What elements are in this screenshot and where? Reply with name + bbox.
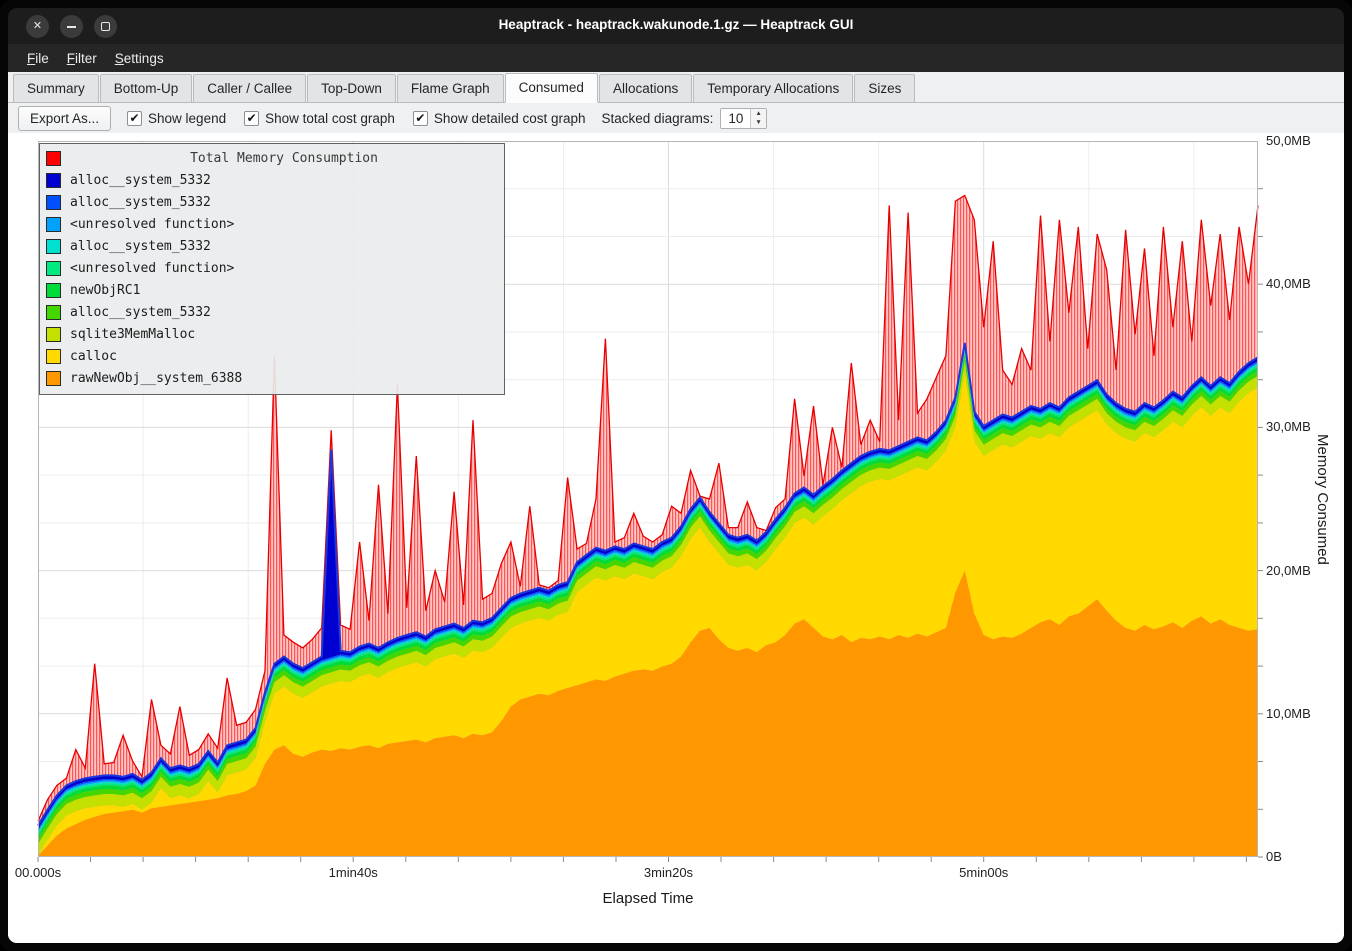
maximize-icon <box>101 22 110 31</box>
legend-item: alloc__system_5332 <box>46 191 498 213</box>
legend-item: alloc__system_5332 <box>46 169 498 191</box>
x-axis-labels: 00.000s 1min40s 3min20s 5min00s <box>8 865 1298 883</box>
checkbox-show-legend[interactable]: ✔ Show legend <box>127 111 226 126</box>
legend-swatch <box>46 195 61 210</box>
menu-bar: FileFilterSettings <box>8 44 1344 72</box>
menu-settings[interactable]: Settings <box>106 46 173 71</box>
x-axis-title: Elapsed Time <box>38 890 1258 907</box>
legend-item: sqlite3MemMalloc <box>46 323 498 345</box>
y-tick-label: 30,0MB <box>1266 419 1311 434</box>
checkbox-show-total-cost-graph[interactable]: ✔ Show total cost graph <box>244 111 395 126</box>
titlebar: ✕ Heaptrack - heaptrack.wakunode.1.gz — … <box>8 8 1344 44</box>
maximize-button[interactable] <box>94 15 117 38</box>
window-title: Heaptrack - heaptrack.wakunode.1.gz — He… <box>128 17 1224 32</box>
legend-swatch <box>46 261 61 276</box>
stacked-diagrams-spinbox[interactable]: 10 ▲ ▼ <box>720 108 766 129</box>
legend-swatch <box>46 305 61 320</box>
checkbox-label: Show legend <box>148 111 226 126</box>
spin-down-button[interactable]: ▼ <box>751 118 765 127</box>
tab-sizes[interactable]: Sizes <box>854 74 915 102</box>
tab-consumed[interactable]: Consumed <box>505 73 598 103</box>
y-tick-label: 0B <box>1266 849 1282 864</box>
x-tick-label: 3min20s <box>644 865 693 880</box>
tab-temporary-allocations[interactable]: Temporary Allocations <box>693 74 853 102</box>
toolbar: Export As... ✔ Show legend ✔ Show total cos… <box>8 103 1344 133</box>
y-axis-title: Memory Consumed <box>1314 141 1331 857</box>
checkbox-mark-icon: ✔ <box>413 111 428 126</box>
checkbox-mark-icon: ✔ <box>244 111 259 126</box>
tab-caller-callee[interactable]: Caller / Callee <box>193 74 306 102</box>
legend-swatch <box>46 239 61 254</box>
legend-swatch <box>46 327 61 342</box>
legend-swatch <box>46 349 61 364</box>
stacked-diagrams-group: Stacked diagrams: 10 ▲ ▼ <box>602 108 767 129</box>
legend-item: alloc__system_5332 <box>46 235 498 257</box>
chart-legend: Total Memory Consumption alloc__system_53… <box>39 143 505 395</box>
legend-item: newObjRC1 <box>46 279 498 301</box>
checkbox-mark-icon: ✔ <box>127 111 142 126</box>
window-controls: ✕ <box>26 15 117 38</box>
tab-allocations[interactable]: Allocations <box>599 74 692 102</box>
menu-filter[interactable]: Filter <box>58 46 106 71</box>
legend-item: calloc <box>46 345 498 367</box>
legend-item: <unresolved function> <box>46 213 498 235</box>
tab-flame-graph[interactable]: Flame Graph <box>397 74 504 102</box>
toolbar-checkboxes: ✔ Show legend ✔ Show total cost graph ✔ Show … <box>127 111 586 126</box>
spin-buttons: ▲ ▼ <box>750 109 765 128</box>
memory-consumption-chart[interactable]: Total Memory Consumption alloc__system_53… <box>38 141 1258 857</box>
close-icon: ✕ <box>33 21 42 32</box>
close-button[interactable]: ✕ <box>26 15 49 38</box>
spin-up-button[interactable]: ▲ <box>751 109 765 118</box>
legend-item: <unresolved function> <box>46 257 498 279</box>
legend-item-label: newObjRC1 <box>70 283 140 298</box>
stacked-diagrams-value: 10 <box>721 109 750 128</box>
checkbox-show-detailed-cost-graph[interactable]: ✔ Show detailed cost graph <box>413 111 586 126</box>
legend-swatch <box>46 283 61 298</box>
y-tick-label: 40,0MB <box>1266 276 1311 291</box>
legend-title-row: Total Memory Consumption <box>46 147 498 169</box>
app-body: SummaryBottom-UpCaller / CalleeTop-DownF… <box>8 72 1344 943</box>
legend-item-label: alloc__system_5332 <box>70 239 211 254</box>
app-window: ✕ Heaptrack - heaptrack.wakunode.1.gz — … <box>0 0 1352 951</box>
legend-item-label: rawNewObj__system_6388 <box>70 371 242 386</box>
legend-item: rawNewObj__system_6388 <box>46 367 498 389</box>
export-as-button[interactable]: Export As... <box>18 106 111 131</box>
y-tick-label: 10,0MB <box>1266 706 1311 721</box>
legend-swatch <box>46 217 61 232</box>
y-tick-label: 20,0MB <box>1266 563 1311 578</box>
checkbox-label: Show total cost graph <box>265 111 395 126</box>
stacked-diagrams-label: Stacked diagrams: <box>602 111 714 126</box>
legend-item-label: <unresolved function> <box>70 261 234 276</box>
tab-bottom-up[interactable]: Bottom-Up <box>100 74 193 102</box>
x-tick-label: 1min40s <box>329 865 378 880</box>
legend-item-label: calloc <box>70 349 117 364</box>
legend-item: alloc__system_5332 <box>46 301 498 323</box>
legend-item-label: alloc__system_5332 <box>70 173 211 188</box>
legend-item-label: <unresolved function> <box>70 217 234 232</box>
checkbox-label: Show detailed cost graph <box>434 111 586 126</box>
y-tick-label: 50,0MB <box>1266 133 1311 148</box>
legend-swatch <box>46 371 61 386</box>
legend-swatch <box>46 151 61 166</box>
legend-swatch <box>46 173 61 188</box>
minimize-button[interactable] <box>60 15 83 38</box>
x-tick-label: 00.000s <box>15 865 61 880</box>
x-tick-label: 5min00s <box>959 865 1008 880</box>
legend-item-label: alloc__system_5332 <box>70 305 211 320</box>
legend-title: Total Memory Consumption <box>70 151 498 166</box>
minimize-icon <box>67 26 76 28</box>
menu-file[interactable]: File <box>18 46 58 71</box>
legend-item-label: sqlite3MemMalloc <box>70 327 195 342</box>
chart-region: Total Memory Consumption alloc__system_53… <box>8 133 1344 943</box>
tab-bar: SummaryBottom-UpCaller / CalleeTop-DownF… <box>8 72 1344 103</box>
legend-item-label: alloc__system_5332 <box>70 195 211 210</box>
tab-top-down[interactable]: Top-Down <box>307 74 396 102</box>
tab-summary[interactable]: Summary <box>13 74 99 102</box>
